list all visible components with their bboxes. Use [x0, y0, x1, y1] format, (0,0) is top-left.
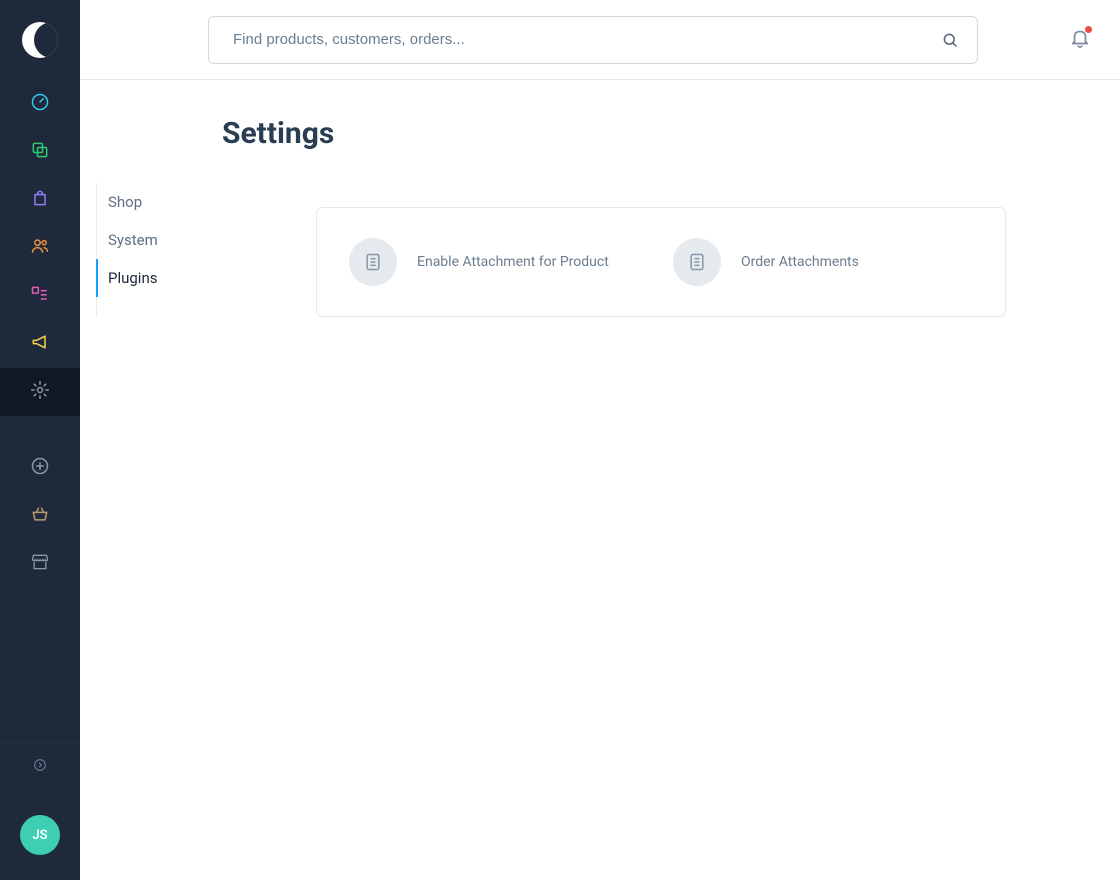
- chevron-right-circle-icon: [32, 757, 48, 777]
- nav-content[interactable]: [0, 272, 80, 320]
- bag-icon: [30, 188, 50, 212]
- nav-customers[interactable]: [0, 224, 80, 272]
- document-icon: [349, 238, 397, 286]
- tab-system[interactable]: System: [96, 221, 236, 259]
- nav-add[interactable]: [0, 444, 80, 492]
- notification-dot: [1085, 26, 1092, 33]
- plugin-enable-attachment-for-product[interactable]: Enable Attachment for Product: [349, 238, 649, 286]
- search-icon: [941, 31, 959, 49]
- header: [80, 0, 1120, 80]
- users-icon: [30, 236, 50, 260]
- nav-marketing[interactable]: [0, 320, 80, 368]
- nav-settings[interactable]: [0, 368, 80, 416]
- nav-extensions[interactable]: [0, 492, 80, 540]
- gear-icon: [30, 380, 50, 404]
- global-search[interactable]: [208, 16, 978, 64]
- gauge-icon: [30, 92, 50, 116]
- list-tree-icon: [30, 284, 50, 308]
- sidebar-expand[interactable]: [0, 742, 80, 790]
- nav-marketplace[interactable]: [0, 540, 80, 588]
- plugin-order-attachments[interactable]: Order Attachments: [673, 238, 973, 286]
- notifications-button[interactable]: [1064, 24, 1096, 56]
- plugin-label: Order Attachments: [741, 253, 859, 272]
- page-title: Settings: [222, 116, 1120, 151]
- nav-orders[interactable]: [0, 176, 80, 224]
- store-icon: [30, 552, 50, 576]
- logo[interactable]: [0, 0, 80, 80]
- tab-plugins[interactable]: Plugins: [96, 259, 236, 297]
- plugins-card: Enable Attachment for Product Order Atta…: [316, 207, 1006, 317]
- nav-dashboard[interactable]: [0, 80, 80, 128]
- document-icon: [673, 238, 721, 286]
- nav-catalogues[interactable]: [0, 128, 80, 176]
- tab-shop[interactable]: Shop: [96, 183, 236, 221]
- settings-tabs: Shop System Plugins: [96, 183, 236, 317]
- plus-circle-icon: [30, 456, 50, 480]
- search-input[interactable]: [233, 31, 941, 48]
- sidebar: JS: [0, 0, 80, 880]
- logo-icon: [22, 22, 58, 58]
- sidebar-bottom: JS: [0, 742, 80, 880]
- plugin-label: Enable Attachment for Product: [417, 253, 609, 272]
- megaphone-icon: [30, 332, 50, 356]
- content: Settings Shop System Plugins Enable Atta…: [80, 80, 1120, 880]
- basket-icon: [30, 504, 50, 528]
- user-avatar[interactable]: JS: [20, 815, 60, 855]
- main-nav: [0, 80, 80, 742]
- copy-icon: [30, 140, 50, 164]
